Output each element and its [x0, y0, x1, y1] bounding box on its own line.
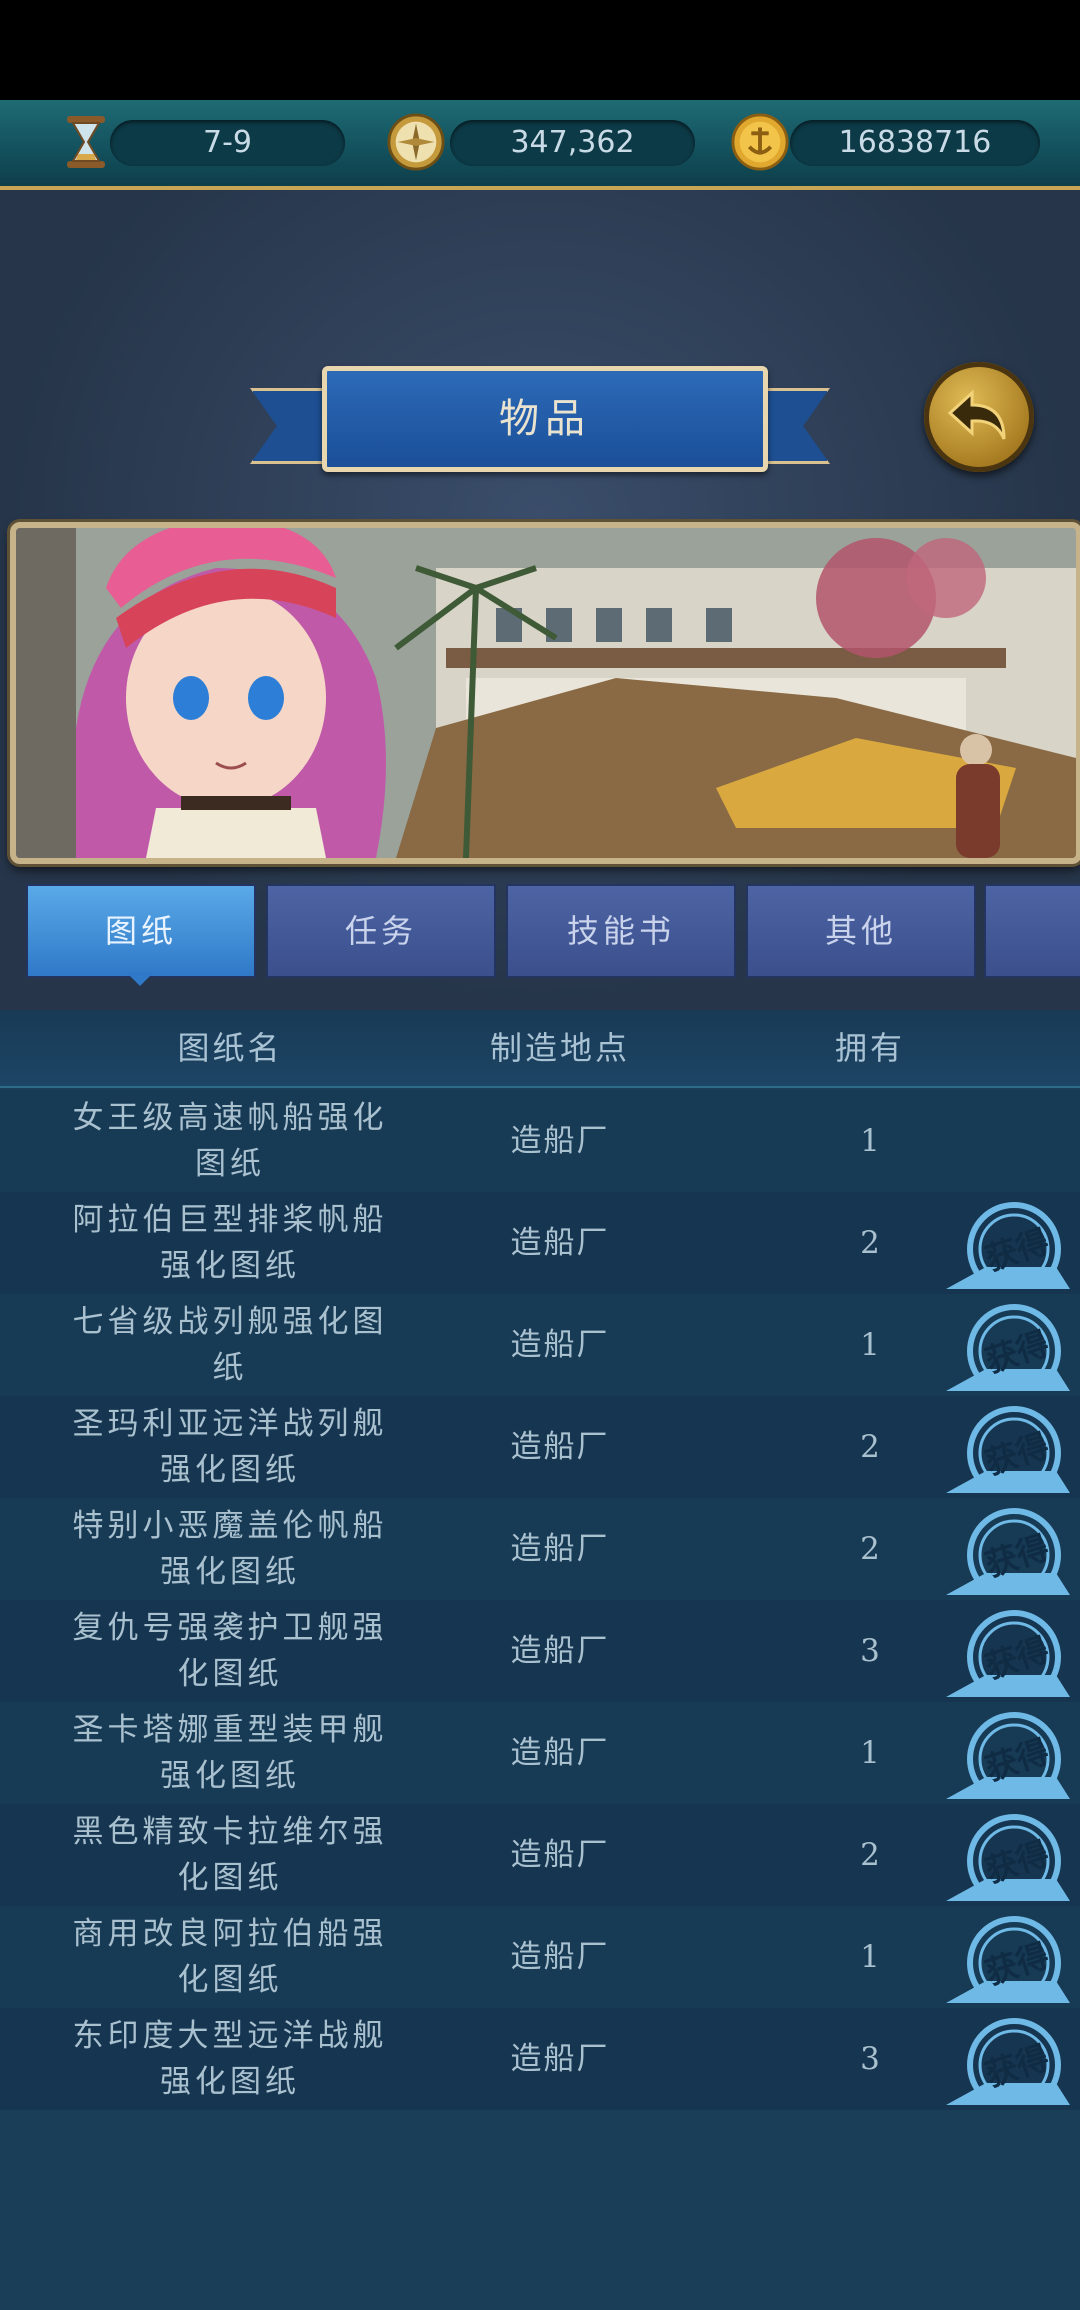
table-row: 商用改良阿拉伯船强化图纸 造船厂 1 获得: [0, 1906, 1080, 2008]
exploration-display: 347,362: [450, 120, 695, 166]
blueprint-name: 特别小恶魔盖伦帆船强化图纸: [72, 1508, 388, 1590]
obtain-stamp-button[interactable]: 获得: [946, 1911, 1070, 2003]
owned-count: 2: [860, 1429, 880, 1465]
obtain-stamp-button[interactable]: 获得: [946, 2013, 1070, 2105]
obtain-stamp-button[interactable]: 获得: [946, 1197, 1070, 1289]
craft-location: 造船厂: [510, 1429, 610, 1465]
blueprint-name: 阿拉伯巨型排桨帆船强化图纸: [72, 1202, 388, 1284]
craft-location: 造船厂: [510, 2041, 610, 2077]
table-row: 黑色精致卡拉维尔强化图纸 造船厂 2 获得: [0, 1804, 1080, 1906]
blueprint-table: 图纸名 制造地点 拥有 女王级高速帆船强化图纸 造船厂 1 阿拉伯巨型排桨帆船强…: [0, 1010, 1080, 2310]
hourglass-icon: [56, 112, 116, 172]
owned-count: 3: [860, 1633, 880, 1669]
craft-location: 造船厂: [510, 1123, 610, 1159]
compass-icon: [386, 112, 446, 172]
back-arrow-icon: [947, 389, 1006, 440]
craft-location: 造船厂: [510, 1327, 610, 1363]
table-row: 阿拉伯巨型排桨帆船强化图纸 造船厂 2 获得: [0, 1192, 1080, 1294]
obtain-stamp-button[interactable]: 获得: [946, 1503, 1070, 1595]
scene-banner: [10, 522, 1080, 864]
table-row: 女王级高速帆船强化图纸 造船厂 1: [0, 1090, 1080, 1192]
stage-display: 7-9: [110, 120, 345, 166]
craft-location: 造船厂: [510, 1225, 610, 1261]
owned-count: 3: [860, 2041, 880, 2077]
owned-count: 1: [860, 1327, 880, 1363]
table-row: 圣玛利亚远洋战列舰强化图纸 造船厂 2 获得: [0, 1396, 1080, 1498]
craft-location: 造船厂: [510, 1735, 610, 1771]
page-title: 物品: [322, 366, 768, 472]
obtain-stamp-button[interactable]: 获得: [946, 1605, 1070, 1697]
tab-blueprints[interactable]: 图纸: [26, 884, 256, 978]
owned-count: 2: [860, 1531, 880, 1567]
table-row: 圣卡塔娜重型装甲舰强化图纸 造船厂 1 获得: [0, 1702, 1080, 1804]
blueprint-name: 七省级战列舰强化图纸: [72, 1304, 388, 1386]
tab-tasks[interactable]: 任务: [266, 884, 496, 978]
owned-count: 2: [860, 1837, 880, 1873]
table-footer: [0, 2116, 1080, 2310]
craft-location: 造船厂: [510, 1939, 610, 1975]
status-bar: [0, 0, 1080, 100]
craft-location: 造船厂: [510, 1531, 610, 1567]
table-row: 东印度大型远洋战舰强化图纸 造船厂 3 获得: [0, 2008, 1080, 2110]
owned-count: 2: [860, 1225, 880, 1261]
table-row: 特别小恶魔盖伦帆船强化图纸 造船厂 2 获得: [0, 1498, 1080, 1600]
title-banner: 物品: [250, 360, 830, 480]
blueprint-name: 东印度大型远洋战舰强化图纸: [72, 2018, 388, 2100]
obtain-stamp-button[interactable]: 获得: [946, 1809, 1070, 1901]
active-tab-pointer: [126, 972, 154, 986]
obtain-stamp-button[interactable]: 获得: [946, 1401, 1070, 1493]
blueprint-name: 圣玛利亚远洋战列舰强化图纸: [72, 1406, 388, 1488]
owned-count: 1: [860, 1735, 880, 1771]
header-owned: 拥有: [834, 1029, 905, 1067]
blueprint-name: 复仇号强袭护卫舰强化图纸: [72, 1610, 388, 1692]
owned-count: 1: [860, 1123, 880, 1159]
blueprint-name: 女王级高速帆船强化图纸: [72, 1100, 388, 1182]
port-scene-illustration: [16, 528, 1076, 858]
tab-other[interactable]: 其他: [746, 884, 976, 978]
blueprint-name: 黑色精致卡拉维尔强化图纸: [72, 1814, 388, 1896]
table-row: 复仇号强袭护卫舰强化图纸 造船厂 3 获得: [0, 1600, 1080, 1702]
resource-bar: 7-9 347,362 16838716: [0, 100, 1080, 190]
owned-count: 1: [860, 1939, 880, 1975]
tab-skill-books[interactable]: 技能书: [506, 884, 736, 978]
back-button[interactable]: [924, 362, 1034, 472]
blueprint-name: 圣卡塔娜重型装甲舰强化图纸: [72, 1712, 388, 1794]
craft-location: 造船厂: [510, 1837, 610, 1873]
obtain-stamp-button[interactable]: 获得: [946, 1707, 1070, 1799]
header-location: 制造地点: [489, 1029, 630, 1067]
obtain-stamp-button[interactable]: 获得: [946, 1299, 1070, 1391]
gold-display: 16838716: [790, 120, 1040, 166]
table-header: 图纸名 制造地点 拥有: [0, 1010, 1080, 1088]
tab-more[interactable]: [984, 884, 1080, 978]
anchor-coin-icon: [730, 112, 790, 172]
table-row: 七省级战列舰强化图纸 造船厂 1 获得: [0, 1294, 1080, 1396]
tab-bar: 图纸 任务 技能书 其他: [26, 884, 1080, 980]
blueprint-name: 商用改良阿拉伯船强化图纸: [72, 1916, 388, 1998]
header-name: 图纸名: [177, 1029, 283, 1067]
craft-location: 造船厂: [510, 1633, 610, 1669]
